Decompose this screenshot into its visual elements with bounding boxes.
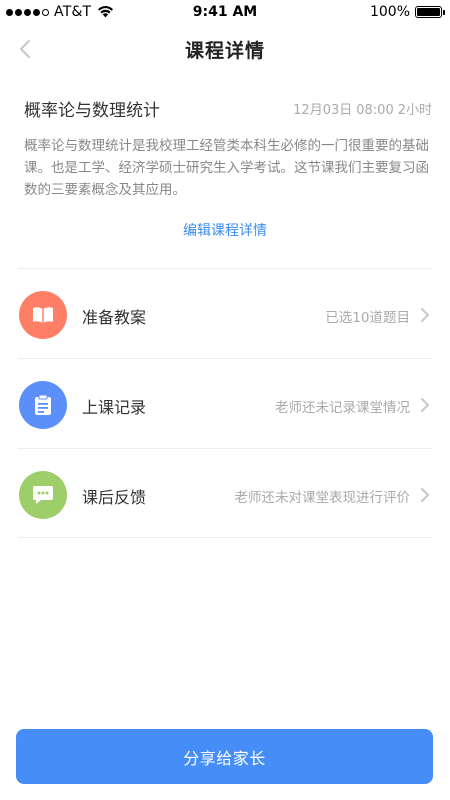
row-prepare-lesson[interactable]: 准备教案 已选10道题目 <box>18 268 432 358</box>
clipboard-icon <box>35 394 51 415</box>
course-time: 08:00 <box>356 103 394 118</box>
course-meta: 12月03日 08:00 2小时 <box>289 99 432 118</box>
edit-course-link[interactable]: 编辑课程详情 <box>0 220 450 240</box>
nav-bar: 课程详情 <box>0 24 450 74</box>
book-icon <box>33 307 53 323</box>
row-status: 老师还未记录课堂情况 <box>275 400 410 416</box>
row-label: 上课记录 <box>82 398 147 417</box>
status-bar: AT&T 9:41 AM 100% <box>0 0 450 24</box>
row-label: 课后反馈 <box>82 488 147 507</box>
course-sections-list: 准备教案 已选10道题目 上课记录 老师还未记录课堂情况 课后反馈 老师还未对课… <box>18 268 432 538</box>
row-icon-circle <box>19 291 67 339</box>
course-description: 概率论与数理统计是我校理工经管类本科生必修的一门很重要的基础课。也是工学、经济学… <box>24 138 429 198</box>
row-icon-circle <box>19 381 67 429</box>
chevron-right-icon <box>421 488 429 502</box>
row-status: 已选10道题目 <box>325 310 410 326</box>
page-title: 课程详情 <box>184 40 265 62</box>
row-class-record[interactable]: 上课记录 老师还未记录课堂情况 <box>18 358 432 448</box>
row-after-class-feedback[interactable]: 课后反馈 老师还未对课堂表现进行评价 <box>18 448 432 538</box>
row-label: 准备教案 <box>82 308 147 327</box>
battery-percent: 100% <box>369 4 410 20</box>
row-status: 老师还未对课堂表现进行评价 <box>234 490 411 506</box>
chevron-right-icon <box>421 398 429 412</box>
chat-bubble-icon <box>33 486 53 504</box>
course-name: 概率论与数理统计 <box>24 101 160 121</box>
battery-icon <box>415 6 445 18</box>
chevron-right-icon <box>421 308 429 322</box>
row-icon-circle <box>19 471 67 519</box>
share-to-parents-button[interactable]: 分享给家长 <box>16 729 433 784</box>
course-date: 12月03日 <box>293 103 353 118</box>
course-duration: 2小时 <box>397 103 432 118</box>
status-right: 100% <box>369 4 445 20</box>
course-header: 概率论与数理统计 12月03日 08:00 2小时 <box>24 94 432 124</box>
